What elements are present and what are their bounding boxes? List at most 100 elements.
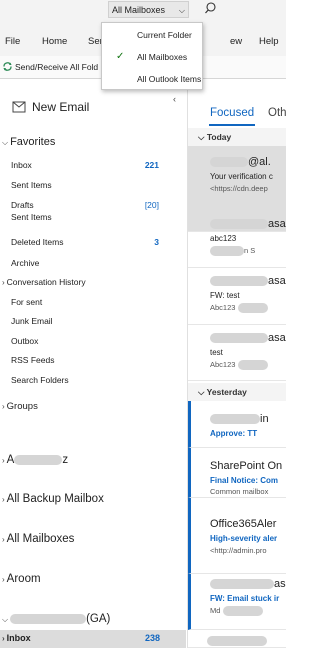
redacted-text [207,636,267,646]
redacted-text [237,303,268,314]
tab-help[interactable]: Help [259,36,279,47]
message-sender: @al. [210,156,271,168]
tab-focused[interactable]: Focused [210,107,254,119]
message-subject: test [210,348,223,357]
tab-file[interactable]: File [5,36,20,47]
message-item[interactable] [188,632,286,648]
account-label: All Mailboxes [6,533,75,545]
folder-item-junk-email[interactable]: Junk Email [11,312,171,330]
folder-item-archive[interactable]: Archive [11,254,171,272]
account-a[interactable]: › Az [2,454,68,466]
groups-label: Groups [6,401,38,412]
message-item[interactable]: asa FW: Email stuck ir Md [188,574,286,630]
menu-item-current-folder[interactable]: Current Folder [102,24,202,46]
message-subject: FW: test [210,291,240,300]
account-ga[interactable]: ⌵ (GA) [2,613,110,625]
account-label: Aroom [6,573,41,585]
chevron-right-icon: › [2,456,5,465]
unread-count: 238 [144,633,160,643]
account-all-mailboxes[interactable]: › All Mailboxes [2,533,74,545]
folder-item-deleted-items[interactable]: Deleted Items 3 [11,233,171,251]
folder-item-conversation-history[interactable]: › Conversation History [2,273,162,291]
group-header-yesterday[interactable]: ⌵ Yesterday [188,383,286,401]
message-item[interactable]: SharePoint On Final Notice: Com Common m… [188,448,286,498]
folder-item-inbox-selected[interactable]: › Inbox 238 [0,630,186,648]
message-subject: Final Notice: Com [210,476,279,485]
menu-item-all-outlook-items[interactable]: All Outlook Items [102,68,202,90]
redacted-text [210,333,268,344]
folder-label: Drafts [11,200,34,210]
search-icon[interactable] [204,0,218,18]
message-preview: Common mailbox [210,487,269,496]
menu-item-label: Current Folder [137,30,192,40]
collapse-pane-icon[interactable]: ‹ [173,94,176,104]
folder-item-sent-items-2[interactable]: Sent Items [11,214,171,224]
message-item[interactable]: asa FW: test Abc123 [188,268,286,325]
account-label-suffix: z [62,454,69,466]
message-sender: asa [210,218,286,230]
unread-count: 3 [154,237,159,247]
menu-item-all-mailboxes[interactable]: ✓ All Mailboxes [102,46,202,68]
send-receive-label: Send/Receive All Fold [15,61,99,72]
message-sender: asa [210,275,286,287]
folder-item-drafts[interactable]: Drafts [20] [11,196,171,214]
account-all-backup-mailbox[interactable]: › All Backup Mailbox [2,493,104,505]
sender-suffix: asa [268,218,286,230]
message-subject: FW: Email stuck ir [210,594,280,603]
sender-name: in [260,413,269,425]
menu-item-label: All Mailboxes [137,52,188,62]
new-email-button[interactable]: New Email [12,100,89,114]
message-preview: <https://cdn.deep [210,184,268,193]
folder-item-search-folders[interactable]: Search Folders [11,371,171,389]
group-label: Yesterday [206,387,247,397]
folder-item-sent-items[interactable]: Sent Items [11,176,171,194]
active-tab-underline [209,124,255,126]
tab-view[interactable]: ew [230,36,242,47]
folder-item-rss-feeds[interactable]: RSS Feeds [11,351,171,369]
message-sender: Office365Aler [210,518,277,530]
search-scope-dropdown[interactable]: All Mailboxes ⌵ [108,1,189,18]
chevron-down-icon: ⌵ [198,132,205,142]
folder-label: Sent Items [11,180,52,190]
sender-suffix: asa [268,275,286,287]
message-item[interactable]: in Approve: TT [188,401,286,448]
selected-inbox-wrapper: › Inbox [2,633,31,643]
groups-header[interactable]: › Groups [2,401,38,412]
folder-label: Inbox [11,160,32,170]
folder-label: Junk Email [11,316,53,326]
group-label: Today [206,132,232,142]
mail-icon [12,101,26,113]
folder-item-outbox[interactable]: Outbox [11,332,171,350]
chevron-right-icon: › [2,575,5,584]
search-scope-menu: Current Folder ✓ All Mailboxes All Outlo… [101,22,203,90]
message-preview: Abc123 [210,303,268,314]
message-subject: Your verification c [210,172,273,181]
tab-other[interactable]: Oth [268,107,286,119]
chevron-down-icon: ⌵ [198,387,205,397]
folder-label: Deleted Items [11,237,64,247]
chevron-right-icon: › [2,495,5,504]
send-receive-all-button[interactable]: Send/Receive All Fold [2,61,98,72]
message-item[interactable]: Office365Aler High-severity aler <http:/… [188,498,286,574]
folder-item-inbox[interactable]: Inbox 221 [11,156,171,174]
group-header-today[interactable]: ⌵ Today [188,128,286,146]
message-sender: asa [210,332,286,344]
sync-icon [3,62,12,71]
account-aroom[interactable]: › Aroom [2,573,41,585]
account-label-suffix: (GA) [86,613,111,625]
folder-item-for-sent[interactable]: For sent [11,293,171,311]
message-item[interactable]: asa abc123 n S [188,212,286,268]
redacted-text [210,219,268,230]
checkmark-icon: ✓ [116,51,125,62]
folder-label: Sent Items [11,214,52,222]
tab-home[interactable]: Home [42,36,67,47]
preview-text: n S [244,246,256,255]
redacted-text [210,246,244,257]
message-preview: Md [210,606,263,617]
favorites-header[interactable]: ⌵ Favorites [2,136,55,148]
search-scope-label: All Mailboxes [112,5,166,15]
redacted-text [222,606,263,617]
message-item[interactable]: asa test Abc123 [188,325,286,381]
folder-label: RSS Feeds [11,355,55,365]
folder-label: For sent [11,297,43,307]
